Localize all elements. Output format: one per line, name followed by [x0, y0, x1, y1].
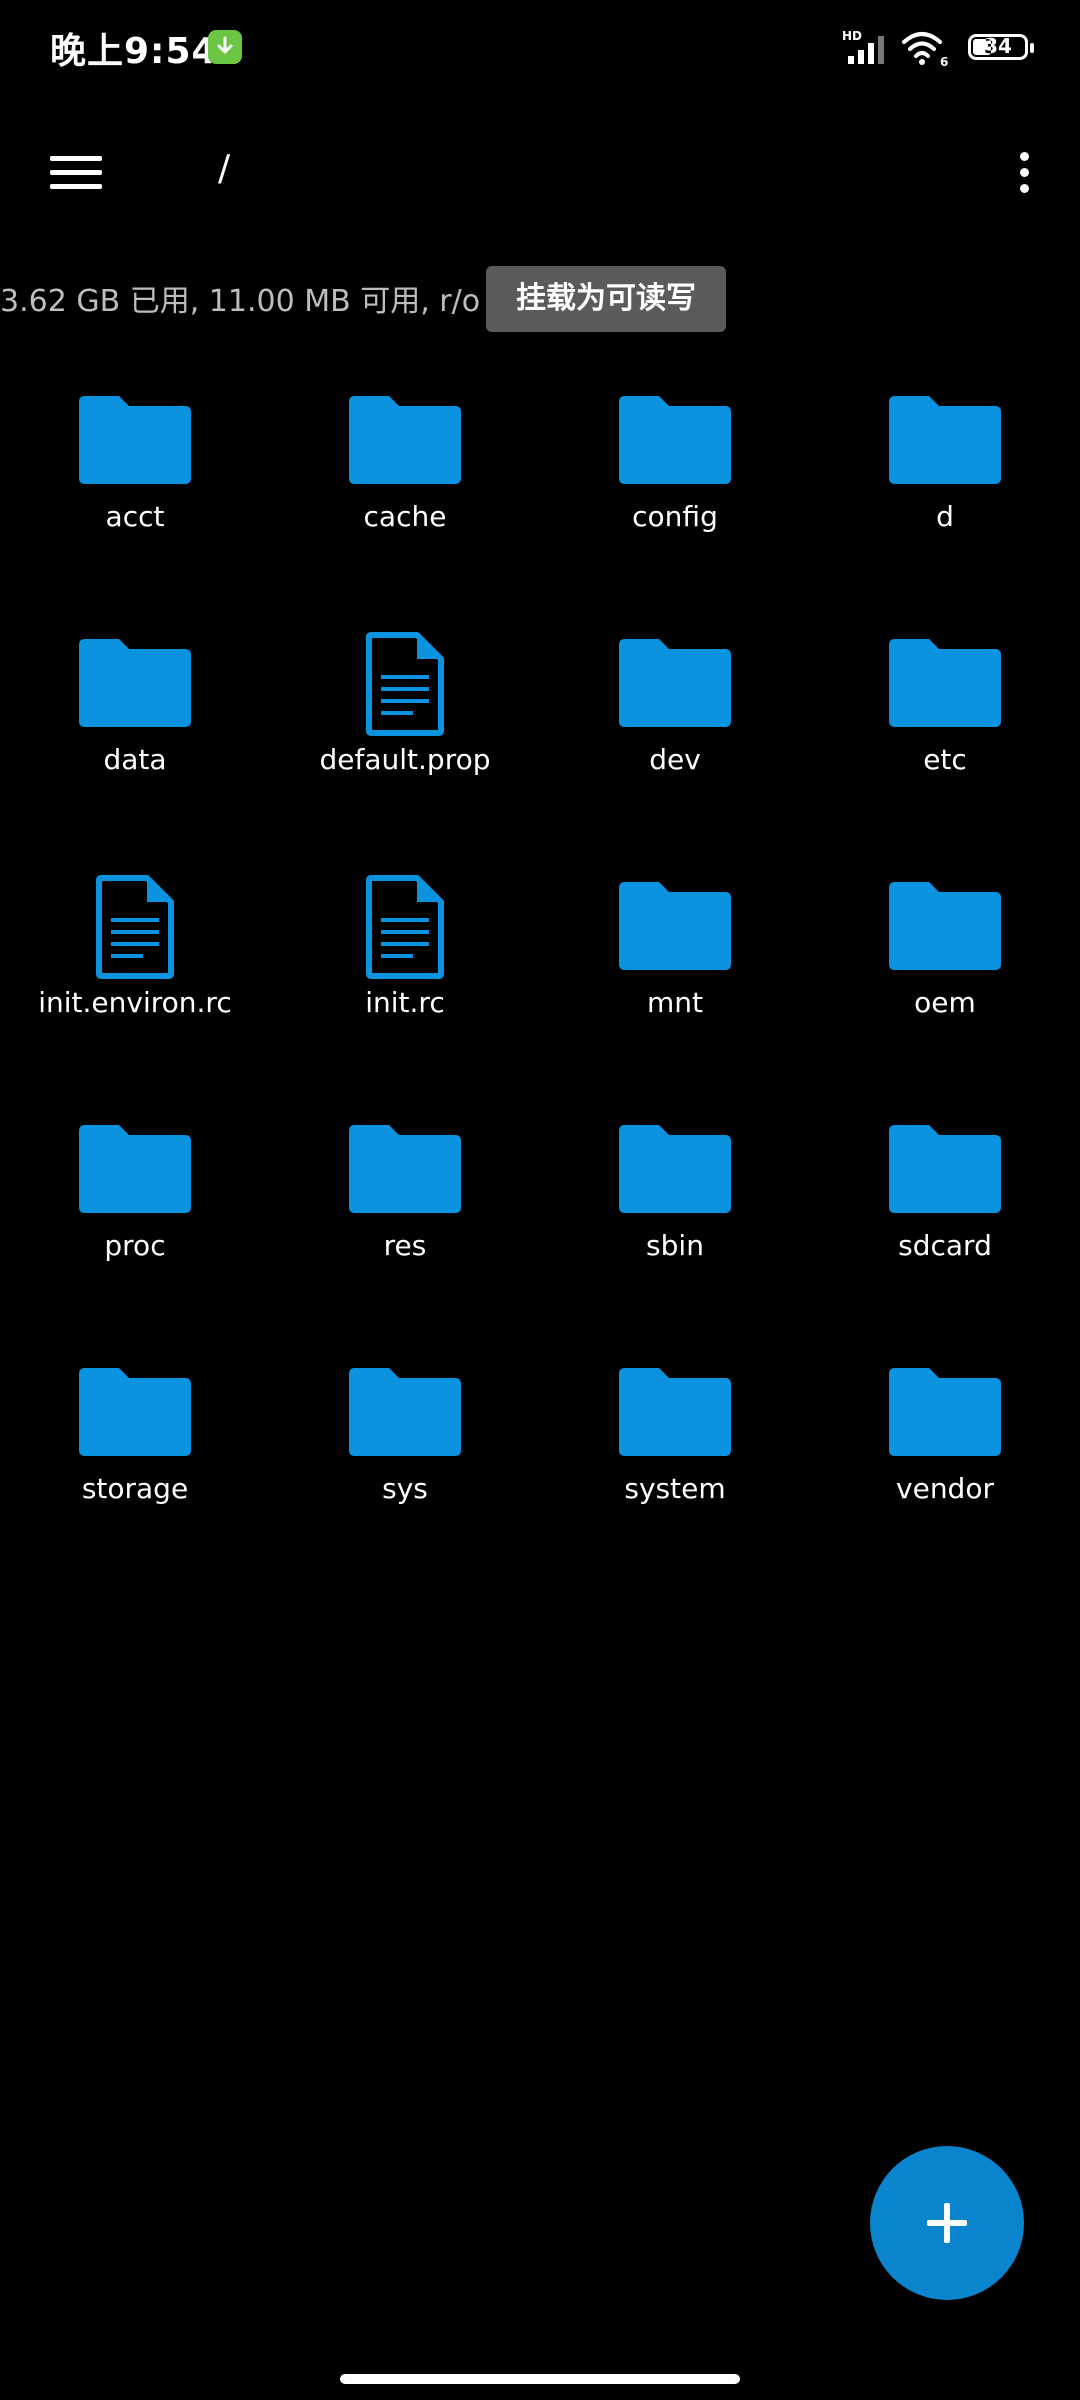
folder-icon: [270, 388, 540, 488]
folder-item[interactable]: data: [0, 619, 270, 862]
folder-item[interactable]: dev: [540, 619, 810, 862]
file-grid: acct cache config d data default.prop dev etc in…: [0, 376, 1080, 1591]
file-item[interactable]: default.prop: [270, 619, 540, 862]
file-name: mnt: [647, 986, 703, 1019]
folder-icon: [540, 1117, 810, 1217]
folder-item[interactable]: sdcard: [810, 1105, 1080, 1348]
file-name: sys: [382, 1472, 428, 1505]
file-item[interactable]: init.environ.rc: [0, 862, 270, 1105]
folder-icon: [810, 1117, 1080, 1217]
document-icon: [270, 631, 540, 736]
folder-icon: [270, 1117, 540, 1217]
folder-item[interactable]: sys: [270, 1348, 540, 1591]
gesture-bar[interactable]: [340, 2374, 740, 2384]
add-button[interactable]: [870, 2146, 1024, 2300]
folder-item[interactable]: d: [810, 376, 1080, 619]
folder-icon: [540, 874, 810, 974]
wifi-badge: 6: [940, 55, 948, 68]
folder-icon: [810, 874, 1080, 974]
download-notification-icon: [208, 30, 242, 64]
document-icon: [270, 874, 540, 979]
folder-item[interactable]: etc: [810, 619, 1080, 862]
folder-item[interactable]: acct: [0, 376, 270, 619]
folder-icon: [540, 1360, 810, 1460]
file-name: sbin: [646, 1229, 704, 1262]
folder-icon: [0, 388, 270, 488]
menu-icon[interactable]: [40, 142, 112, 202]
wifi-icon: 6: [900, 30, 952, 72]
file-name: res: [383, 1229, 427, 1262]
file-name: default.prop: [319, 743, 491, 776]
folder-item[interactable]: system: [540, 1348, 810, 1591]
folder-icon: [810, 388, 1080, 488]
status-time: 晚上9:54: [50, 31, 218, 72]
folder-item[interactable]: res: [270, 1105, 540, 1348]
folder-item[interactable]: oem: [810, 862, 1080, 1105]
folder-icon: [270, 1360, 540, 1460]
folder-item[interactable]: config: [540, 376, 810, 619]
folder-item[interactable]: cache: [270, 376, 540, 619]
file-name: acct: [105, 500, 165, 533]
current-path: /: [218, 148, 231, 189]
battery-icon: 34: [968, 34, 1034, 60]
file-name: oem: [914, 986, 976, 1019]
file-name: storage: [81, 1472, 189, 1505]
file-name: sdcard: [898, 1229, 992, 1262]
folder-icon: [540, 631, 810, 731]
file-name: config: [632, 500, 718, 533]
file-name: proc: [104, 1229, 166, 1262]
file-name: data: [103, 743, 167, 776]
file-name: d: [936, 500, 954, 533]
folder-icon: [810, 631, 1080, 731]
more-options-icon[interactable]: [1004, 142, 1044, 202]
file-name: system: [624, 1472, 726, 1505]
status-bar: 晚上9:54 HD 6 34: [0, 0, 1080, 96]
folder-icon: [0, 1117, 270, 1217]
folder-item[interactable]: mnt: [540, 862, 810, 1105]
folder-item[interactable]: vendor: [810, 1348, 1080, 1591]
file-item[interactable]: init.rc: [270, 862, 540, 1105]
file-name: etc: [923, 743, 967, 776]
folder-item[interactable]: storage: [0, 1348, 270, 1591]
network-type-label: HD: [842, 29, 862, 43]
file-name: cache: [363, 500, 447, 533]
folder-icon: [810, 1360, 1080, 1460]
folder-item[interactable]: sbin: [540, 1105, 810, 1348]
file-name: vendor: [896, 1472, 994, 1505]
file-name: init.rc: [365, 986, 445, 1019]
folder-item[interactable]: proc: [0, 1105, 270, 1348]
mount-rw-button[interactable]: 挂载为可读写: [486, 266, 726, 332]
battery-level: 34: [984, 34, 1012, 58]
folder-icon: [0, 631, 270, 731]
folder-icon: [0, 1360, 270, 1460]
file-name: dev: [649, 743, 701, 776]
signal-icon: HD: [840, 28, 892, 70]
folder-icon: [540, 388, 810, 488]
document-icon: [0, 874, 270, 979]
file-name: init.environ.rc: [38, 986, 232, 1019]
toolbar: /: [0, 120, 1080, 224]
storage-info: 3.62 GB 已用, 11.00 MB 可用, r/o: [0, 284, 481, 319]
